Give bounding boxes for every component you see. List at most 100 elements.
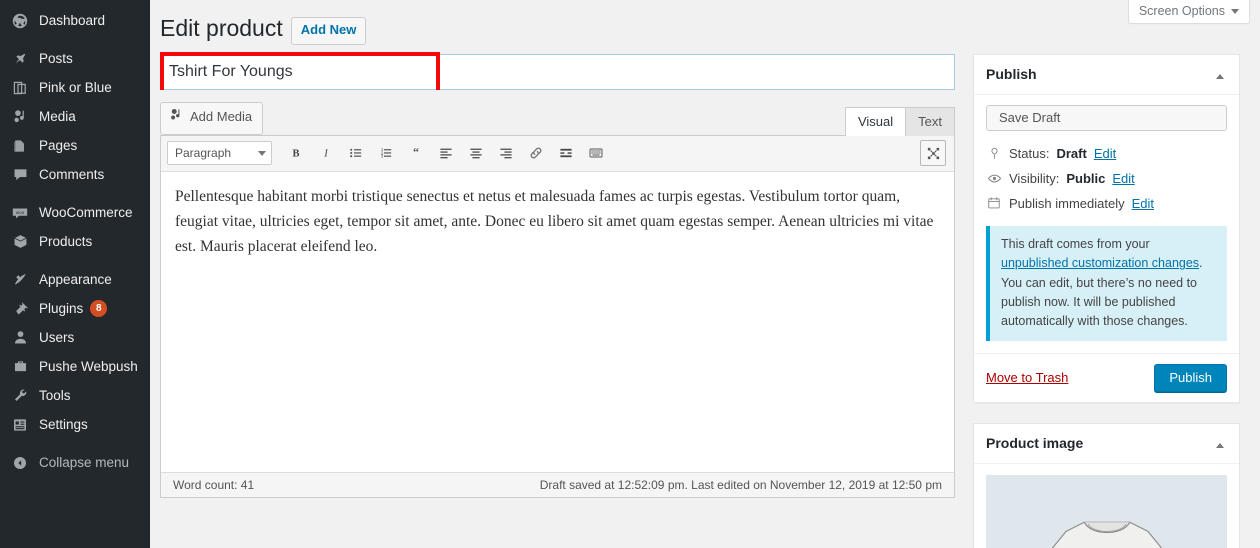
chevron-up-icon xyxy=(1216,442,1224,448)
editor-toolbar: Paragraph B I 123 “ xyxy=(161,135,954,172)
sidebar-item-pages[interactable]: Pages xyxy=(0,131,150,160)
sidebar-item-label: Pages xyxy=(39,138,78,153)
product-image-thumbnail[interactable] xyxy=(986,474,1227,548)
editor-mode-tabs: Visual Text xyxy=(844,106,955,136)
sidebar-item-label: Collapse menu xyxy=(39,455,130,470)
link-icon[interactable] xyxy=(522,140,550,166)
move-to-trash-link[interactable]: Move to Trash xyxy=(986,370,1068,385)
publish-metabox-title: Publish xyxy=(986,66,1037,83)
visibility-value: Public xyxy=(1066,170,1106,186)
wp-admin-screen: Dashboard Posts Pink or Blue Media Pages… xyxy=(0,0,1260,548)
edit-status-link[interactable]: Edit xyxy=(1094,146,1116,161)
bulleted-list-icon[interactable] xyxy=(342,140,370,166)
post-body: Add Media Visual Text Paragraph xyxy=(150,44,1260,548)
publish-metabox: Publish Save Draft Status: Draft Edit Vi… xyxy=(973,53,1240,403)
publish-actions: Move to Trash Publish xyxy=(974,352,1239,402)
sidebar-item-label: Tools xyxy=(39,388,71,403)
publish-metabox-header: Publish xyxy=(974,55,1239,95)
pin-icon xyxy=(10,49,30,69)
align-right-icon[interactable] xyxy=(492,140,520,166)
sidebar-item-users[interactable]: Users xyxy=(0,323,150,352)
media-icon xyxy=(169,107,184,129)
sidebar-item-appearance[interactable]: Appearance xyxy=(0,265,150,294)
visibility-label: Visibility: xyxy=(1009,170,1060,186)
svg-text:B: B xyxy=(292,149,299,160)
paragraph-format-select[interactable]: Paragraph xyxy=(167,141,272,166)
editor-tools: Add Media Visual Text xyxy=(160,89,955,136)
pages-icon xyxy=(10,136,30,156)
autosave-status: Draft saved at 12:52:09 pm. Last edited … xyxy=(539,477,942,492)
tshirt-line-art-icon xyxy=(1051,521,1162,548)
bold-icon[interactable]: B xyxy=(282,140,310,166)
sidebar-item-posts[interactable]: Posts xyxy=(0,44,150,73)
page-title: Edit product xyxy=(160,15,283,41)
users-icon xyxy=(10,328,30,348)
read-more-icon[interactable] xyxy=(552,140,580,166)
calendar-icon xyxy=(986,196,1002,210)
product-image-metabox-body xyxy=(974,464,1239,548)
sidebar-item-comments[interactable]: Comments xyxy=(0,160,150,189)
sidebar-item-dashboard[interactable]: Dashboard xyxy=(0,6,150,35)
title-field-wrap xyxy=(160,51,955,94)
italic-icon[interactable]: I xyxy=(312,140,340,166)
unpublished-changes-link[interactable]: unpublished customization changes xyxy=(1001,256,1199,270)
edit-visibility-link[interactable]: Edit xyxy=(1112,171,1134,186)
screen-meta-links: Screen Options xyxy=(1127,0,1250,24)
admin-content-area: Screen Options Edit product Add New Tshi… xyxy=(150,0,1260,548)
post-schedule-row: Publish immediately Edit xyxy=(986,191,1227,216)
sidebar-item-tools[interactable]: Tools xyxy=(0,381,150,410)
edit-schedule-link[interactable]: Edit xyxy=(1132,196,1154,211)
appearance-icon xyxy=(10,270,30,290)
editor-content-area[interactable]: Pellentesque habitant morbi tristique se… xyxy=(161,172,954,472)
sidebar-item-label: Settings xyxy=(39,417,88,432)
publish-button[interactable]: Publish xyxy=(1154,363,1227,392)
tab-text[interactable]: Text xyxy=(905,106,955,136)
pin-marker-icon xyxy=(986,147,1002,160)
sidebar-item-plugins[interactable]: Plugins 8 xyxy=(0,294,150,323)
align-center-icon[interactable] xyxy=(462,140,490,166)
chevron-down-icon xyxy=(258,151,266,157)
sidebar-item-woocommerce[interactable]: woo WooCommerce xyxy=(0,198,150,227)
chevron-down-icon xyxy=(1231,9,1239,14)
add-media-button[interactable]: Add Media xyxy=(160,101,264,135)
products-icon xyxy=(10,232,30,252)
blockquote-icon[interactable]: “ xyxy=(402,140,430,166)
sidebar-item-settings[interactable]: Settings xyxy=(0,410,150,439)
add-new-button[interactable]: Add New xyxy=(290,17,367,45)
post-title-input[interactable] xyxy=(160,53,955,90)
menu-separator xyxy=(0,256,150,265)
sidebar-item-pink-or-blue[interactable]: Pink or Blue xyxy=(0,73,150,102)
status-value: Draft xyxy=(1056,145,1087,161)
sidebar-item-media[interactable]: Media xyxy=(0,102,150,131)
woocommerce-icon: woo xyxy=(10,203,30,223)
menu-separator xyxy=(0,189,150,198)
plugins-update-badge: 8 xyxy=(90,300,108,317)
toggle-product-image-metabox[interactable] xyxy=(1213,434,1227,453)
sidebar-item-products[interactable]: Products xyxy=(0,227,150,256)
sidebar-metaboxes: Publish Save Draft Status: Draft Edit Vi… xyxy=(973,53,1240,548)
sidebar-item-label: Products xyxy=(39,234,93,249)
keyboard-shortcuts-icon[interactable] xyxy=(582,140,610,166)
tab-visual[interactable]: Visual xyxy=(844,106,907,136)
post-status-row: Status: Draft Edit xyxy=(986,141,1227,166)
sidebar-item-collapse-menu[interactable]: Collapse menu xyxy=(0,448,150,477)
align-left-icon[interactable] xyxy=(432,140,460,166)
save-draft-button[interactable]: Save Draft xyxy=(986,104,1227,131)
sidebar-item-label: Users xyxy=(39,330,75,345)
toggle-publish-metabox[interactable] xyxy=(1213,65,1227,84)
tools-icon xyxy=(10,386,30,406)
sidebar-item-pushe-webpush[interactable]: Pushe Webpush xyxy=(0,352,150,381)
sidebar-item-label: Comments xyxy=(39,167,105,182)
svg-text:I: I xyxy=(323,149,328,160)
editor-container: Paragraph B I 123 “ Pellentesque habitan… xyxy=(160,134,955,498)
sidebar-item-label: Appearance xyxy=(39,272,112,287)
notice-text-part1: This draft comes from your xyxy=(1001,236,1150,251)
distraction-free-icon[interactable] xyxy=(920,140,946,167)
collapse-icon xyxy=(10,453,30,473)
plugins-icon xyxy=(10,299,30,319)
screen-options-button[interactable]: Screen Options xyxy=(1127,0,1250,24)
svg-text:woo: woo xyxy=(16,209,25,214)
numbered-list-icon[interactable]: 123 xyxy=(372,140,400,166)
sidebar-item-label: Media xyxy=(39,109,76,124)
chevron-up-icon xyxy=(1216,73,1224,79)
